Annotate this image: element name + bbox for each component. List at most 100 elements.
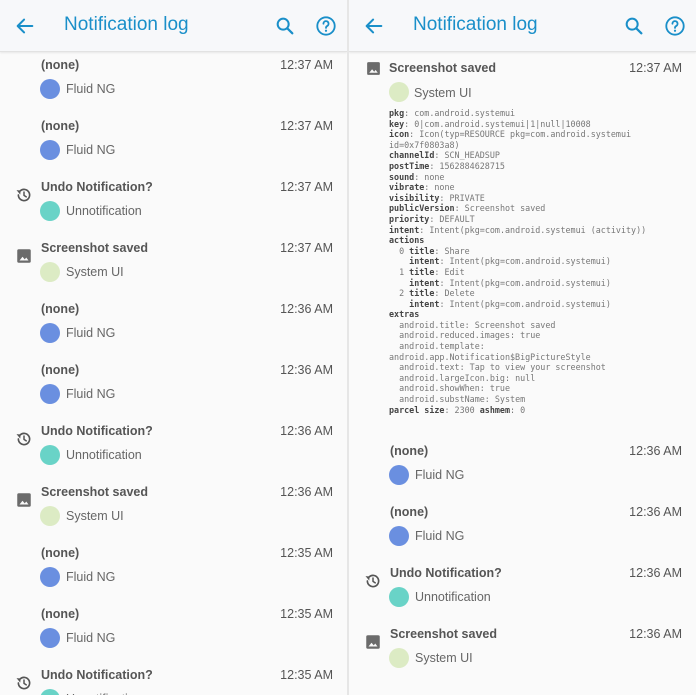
notification-details: pkg: com.android.systemui key: 0|com.andr… — [389, 108, 694, 415]
notification-title: Undo Notification? — [41, 424, 153, 438]
detail-line: actions — [389, 235, 694, 246]
fluid-ng-app-icon — [40, 628, 60, 648]
notification-detail-pane: Notification log Screenshot saved 12:37 … — [349, 0, 696, 695]
detail-line: intent: Intent(pkg=com.android.systemui) — [409, 277, 611, 288]
notification-entry[interactable]: (none) 12:35 AM Fluid NG — [0, 540, 347, 601]
notification-title: Undo Notification? — [41, 180, 153, 194]
page-title: Notification log — [413, 14, 538, 35]
detail-key: vibrate — [389, 182, 425, 193]
notification-title: (none) — [41, 546, 80, 560]
app-bar: Notification log — [349, 0, 696, 52]
notification-entry[interactable]: (none) 12:37 AM Fluid NG — [0, 52, 347, 113]
detail-key: title — [409, 245, 435, 256]
notification-app-name: Fluid NG — [66, 570, 116, 584]
notification-app-name: Fluid NG — [66, 631, 116, 645]
notification-title: Screenshot saved — [41, 241, 148, 255]
image-icon — [17, 493, 31, 507]
fluid-ng-app-icon — [389, 526, 409, 546]
notification-app-name: System UI — [66, 509, 124, 523]
notification-entry[interactable]: Undo Notification? 12:36 AM Unnotification — [0, 418, 347, 479]
notification-time: 12:35 AM — [280, 607, 333, 621]
detail-line: android.substName: System — [399, 394, 526, 405]
notification-title: (none) — [41, 58, 80, 72]
expanded-notification[interactable]: Screenshot saved 12:37 AM System UI pkg:… — [349, 52, 696, 452]
notification-time: 12:37 AM — [280, 241, 333, 255]
detail-key: priority — [389, 213, 430, 224]
notification-entry[interactable]: (none) 12:35 AM Fluid NG — [0, 601, 347, 662]
notification-entry[interactable]: (none) 12:36 AM Fluid NG — [0, 357, 347, 418]
detail-title: Screenshot saved — [389, 61, 496, 75]
detail-key: title — [409, 288, 435, 299]
arrow-back-icon[interactable] — [363, 15, 385, 37]
detail-line: channelId: SCN_HEADSUP — [389, 150, 500, 161]
notification-time: 12:36 AM — [280, 363, 333, 377]
unnotification-app-icon — [40, 689, 60, 695]
detail-line: visibility: PRIVATE — [389, 192, 485, 203]
detail-line: icon: Icon(typ=RESOURCE pkg=com.android.… — [389, 129, 632, 140]
notification-app-name: Unnotification — [66, 204, 142, 218]
detail-key: intent — [409, 256, 440, 267]
detail-line: 0 title: Share — [389, 245, 470, 256]
notification-entry[interactable]: (none) 12:36 AM Fluid NG — [349, 438, 696, 499]
detail-key: key — [389, 118, 405, 129]
detail-key: intent — [389, 224, 420, 235]
notification-title: (none) — [41, 119, 80, 133]
detail-line: sound: none — [389, 171, 445, 182]
detail-key: intent — [409, 298, 440, 309]
detail-key: channelId — [389, 150, 435, 161]
unnotification-app-icon — [40, 201, 60, 221]
notification-app-name: Unnotification — [66, 448, 142, 462]
detail-key: icon — [389, 129, 410, 140]
detail-line: intent: Intent(pkg=com.android.systemui) — [409, 256, 611, 267]
detail-line: pkg: com.android.systemui — [389, 108, 516, 118]
notification-app-name: Fluid NG — [66, 143, 116, 157]
notification-app-name: Fluid NG — [66, 387, 116, 401]
notification-time: 12:36 AM — [280, 485, 333, 499]
detail-line: postTime: 1562884628715 — [389, 160, 505, 171]
history-icon — [16, 432, 31, 446]
detail-key: title — [409, 266, 435, 277]
help-icon[interactable] — [664, 15, 686, 37]
notification-entry[interactable]: Screenshot saved 12:36 AM System UI — [0, 479, 347, 540]
history-icon — [16, 188, 31, 202]
notification-app-name: Fluid NG — [66, 82, 116, 96]
notification-entry[interactable]: (none) 12:36 AM Fluid NG — [0, 296, 347, 357]
notification-entry[interactable]: Undo Notification? 12:36 AM Unnotification — [349, 560, 696, 621]
detail-line: parcel size: 2300 ashmem: 0 — [389, 404, 526, 415]
notification-app-name: Fluid NG — [415, 468, 465, 482]
system-ui-app-icon — [40, 262, 60, 282]
help-icon[interactable] — [315, 15, 337, 37]
notification-entry[interactable]: Screenshot saved 12:36 AM System UI — [349, 621, 696, 682]
history-icon — [16, 676, 31, 690]
detail-line: android.app.Notification$BigPictureStyle — [389, 351, 591, 362]
image-icon — [366, 635, 380, 649]
detail-line: id=0x7f0803a8) — [389, 139, 460, 150]
search-icon[interactable] — [274, 15, 296, 37]
detail-line: android.showWhen: true — [399, 383, 511, 394]
notification-entry[interactable]: Undo Notification?12:35 AMUnnotification — [0, 662, 347, 695]
detail-line: priority: DEFAULT — [389, 213, 475, 224]
search-icon[interactable] — [623, 15, 645, 37]
detail-line: publicVersion: Screenshot saved — [389, 203, 546, 214]
detail-key: intent — [409, 277, 440, 288]
notification-time: 12:37 AM — [280, 180, 333, 194]
system-ui-app-icon — [389, 82, 409, 102]
notification-entry[interactable]: Screenshot saved 12:37 AM System UI — [0, 235, 347, 296]
arrow-back-icon[interactable] — [14, 15, 36, 37]
fluid-ng-app-icon — [40, 140, 60, 160]
notification-entry[interactable]: (none) 12:36 AM Fluid NG — [349, 499, 696, 560]
detail-key: publicVersion — [389, 203, 455, 214]
detail-line: 1 title: Edit — [389, 266, 465, 277]
notification-entry[interactable]: (none) 12:37 AM Fluid NG — [0, 113, 347, 174]
notification-entry[interactable]: Undo Notification? 12:37 AM Unnotification — [0, 174, 347, 235]
detail-line: vibrate: none — [389, 182, 455, 193]
fluid-ng-app-icon — [40, 384, 60, 404]
image-icon — [367, 62, 380, 75]
system-ui-app-icon — [40, 506, 60, 526]
notification-time: 12:36 AM — [280, 424, 333, 438]
unnotification-app-icon — [389, 587, 409, 607]
image-icon — [17, 249, 31, 263]
notification-title: Screenshot saved — [390, 627, 497, 641]
detail-line: android.title: Screenshot saved — [399, 319, 556, 330]
notification-app-name: System UI — [415, 651, 473, 665]
